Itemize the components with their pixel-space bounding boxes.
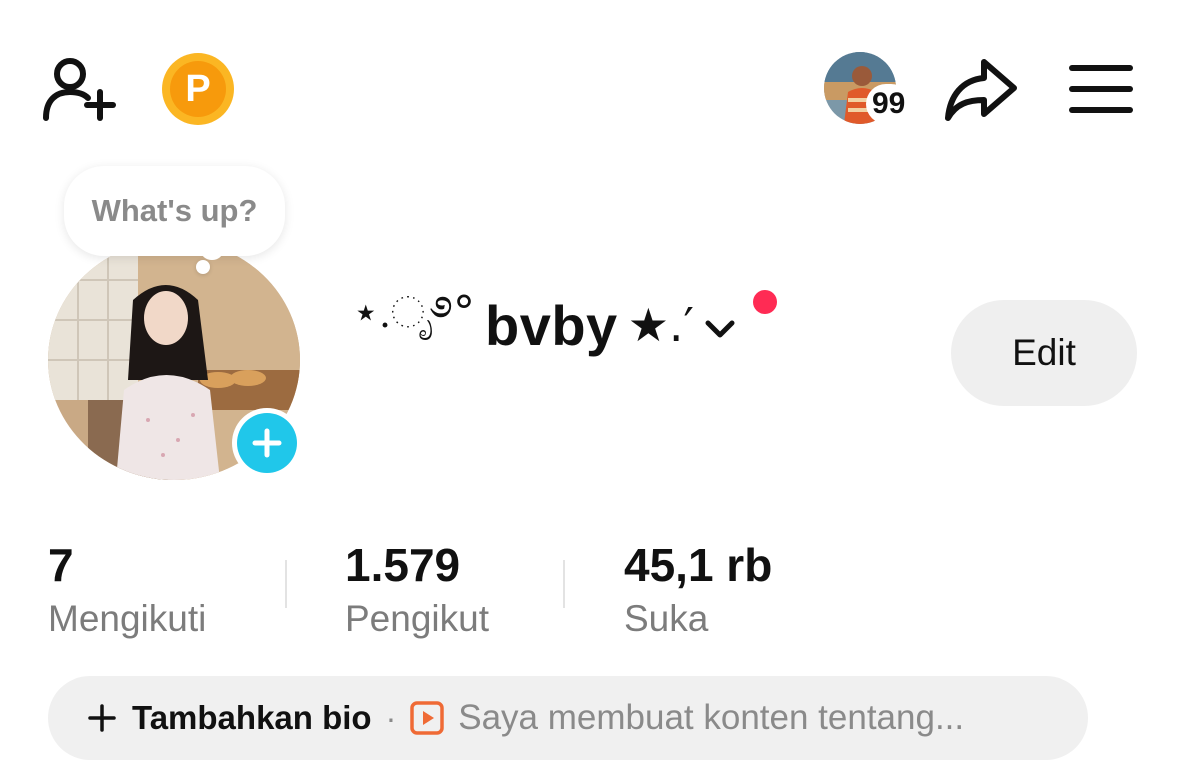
points-badge[interactable]: P [162, 53, 234, 125]
menu-icon[interactable] [1068, 62, 1134, 116]
followers-label: Pengikut [345, 598, 489, 639]
likes-stat[interactable]: 45,1 rb Suka [624, 538, 772, 642]
plus-icon [252, 428, 282, 458]
bubble-tail [201, 242, 223, 260]
edit-profile-button[interactable]: Edit [951, 300, 1137, 406]
name-suffix: ★.′ [627, 298, 694, 352]
plus-icon [88, 704, 116, 732]
chevron-down-icon [705, 320, 735, 338]
status-bubble[interactable]: What's up? [64, 166, 285, 256]
name-prefix: ⋆.ೃ࿔° [352, 287, 475, 338]
likes-label: Suka [624, 598, 709, 639]
following-stat[interactable]: 7 Mengikuti [48, 538, 206, 642]
stat-divider [285, 560, 287, 608]
notification-dot [753, 290, 777, 314]
status-bubble-text: What's up? [91, 193, 258, 228]
visitor-count-badge: 99 [866, 84, 912, 124]
profile-name: bvby [484, 293, 618, 357]
add-friend-icon[interactable] [40, 54, 116, 122]
following-label: Mengikuti [48, 598, 207, 639]
bio-suggestion-text: Saya membuat konten tentang... [458, 698, 965, 737]
bio-separator: · [385, 699, 397, 736]
stat-divider [563, 560, 565, 608]
add-story-button[interactable] [232, 408, 302, 478]
profile-name-switcher[interactable]: ⋆.ೃ࿔° bvby ★.′ [352, 287, 738, 360]
points-icon: P [170, 61, 226, 117]
share-icon[interactable] [944, 56, 1018, 122]
followers-count: 1.579 [345, 539, 461, 591]
add-bio-label: Tambahkan bio [132, 699, 372, 736]
followers-stat[interactable]: 1.579 Pengikut [345, 538, 489, 642]
video-play-icon [410, 701, 444, 735]
likes-count: 45,1 rb [624, 539, 773, 591]
bubble-tail-dot [196, 260, 210, 274]
add-bio-bar[interactable]: Tambahkan bio · Saya membuat konten tent… [48, 676, 1088, 760]
following-count: 7 [48, 539, 74, 591]
